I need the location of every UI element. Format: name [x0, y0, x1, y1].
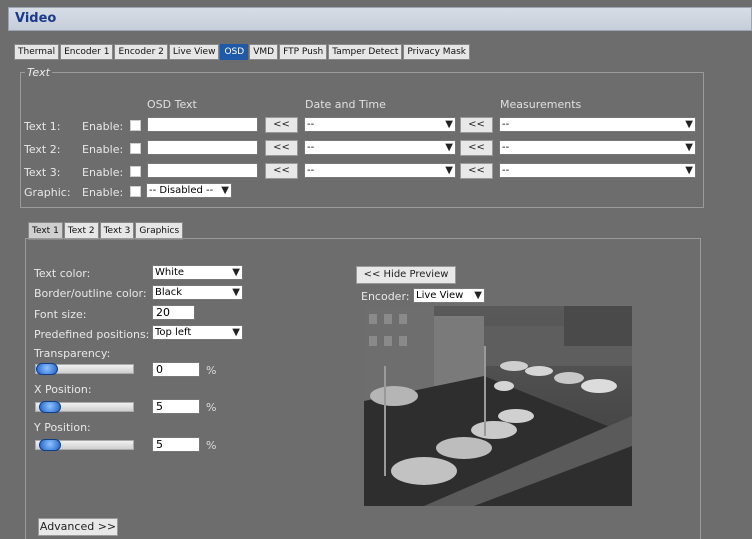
- x-position-input[interactable]: 5: [152, 399, 200, 414]
- encoder-select[interactable]: Live View ▼: [413, 288, 485, 303]
- graphic-enable-checkbox[interactable]: [130, 186, 141, 197]
- graphic-label: Graphic:: [24, 186, 71, 199]
- measurements-header: Measurements: [500, 98, 582, 111]
- text-2-insert-measure-button[interactable]: <<: [460, 140, 493, 156]
- slider-handle[interactable]: [36, 363, 58, 375]
- text-color-label: Text color:: [34, 267, 91, 280]
- text-2-measurement-select[interactable]: -- ▼: [499, 140, 696, 155]
- chevron-down-icon: ▼: [685, 165, 693, 176]
- text-3-insert-date-button[interactable]: <<: [265, 163, 298, 179]
- y-position-slider[interactable]: [35, 439, 134, 451]
- encoder-label: Encoder:: [361, 290, 410, 303]
- text-3-insert-measure-button[interactable]: <<: [460, 163, 493, 179]
- text-1-measurement-select[interactable]: -- ▼: [499, 117, 696, 132]
- chevron-down-icon: ▼: [685, 119, 693, 130]
- window-title: Video: [15, 11, 57, 26]
- y-position-label: Y Position:: [34, 421, 91, 434]
- predefined-positions-label: Predefined positions:: [34, 328, 150, 341]
- tab-osd[interactable]: OSD: [220, 44, 249, 60]
- percent-unit: %: [206, 439, 217, 452]
- text-3-osd-input[interactable]: [147, 163, 258, 178]
- hide-preview-button[interactable]: << Hide Preview: [356, 266, 456, 284]
- y-position-input[interactable]: 5: [152, 437, 200, 452]
- text-2-osd-input[interactable]: [147, 140, 258, 155]
- chevron-down-icon: ▼: [445, 142, 453, 153]
- advanced-button[interactable]: Advanced >>: [38, 518, 118, 536]
- chevron-down-icon: ▼: [685, 142, 693, 153]
- chevron-down-icon: ▼: [232, 267, 240, 278]
- window-title-bar: Video: [8, 7, 752, 31]
- font-size-label: Font size:: [34, 308, 87, 321]
- percent-unit: %: [206, 364, 217, 377]
- transparency-slider[interactable]: [35, 363, 134, 375]
- chevron-down-icon: ▼: [232, 287, 240, 298]
- tab-encoder-1[interactable]: Encoder 1: [60, 44, 114, 60]
- font-size-input[interactable]: 20: [152, 305, 195, 320]
- graphic-select[interactable]: -- Disabled -- ▼: [146, 183, 232, 198]
- text-2-enable-checkbox[interactable]: [130, 143, 141, 154]
- chevron-down-icon: ▼: [474, 290, 482, 301]
- predefined-positions-select[interactable]: Top left ▼: [152, 325, 243, 340]
- tab-vmd[interactable]: VMD: [249, 44, 279, 60]
- text-3-enable-checkbox[interactable]: [130, 166, 141, 177]
- text-2-label: Text 2:: [24, 143, 61, 156]
- tab-tamper-detect[interactable]: Tamper Detect: [328, 44, 403, 60]
- chevron-down-icon: ▼: [221, 185, 229, 196]
- osd-text-header: OSD Text: [147, 98, 197, 111]
- slider-handle[interactable]: [39, 439, 61, 451]
- text-legend: Text: [27, 66, 50, 79]
- text-1-insert-measure-button[interactable]: <<: [460, 117, 493, 133]
- tab-encoder-2[interactable]: Encoder 2: [114, 44, 168, 60]
- tab-ftp-push[interactable]: FTP Push: [279, 44, 328, 60]
- transparency-label: Transparency:: [34, 347, 111, 360]
- text-1-enable-checkbox[interactable]: [130, 120, 141, 131]
- enable-label: Enable:: [82, 166, 124, 179]
- text-color-select[interactable]: White ▼: [152, 265, 243, 280]
- enable-label: Enable:: [82, 120, 124, 133]
- main-tabs: Thermal Encoder 1 Encoder 2 Live View OS…: [14, 44, 470, 60]
- tab-privacy-mask[interactable]: Privacy Mask: [403, 44, 470, 60]
- percent-unit: %: [206, 401, 217, 414]
- text-1-insert-date-button[interactable]: <<: [265, 117, 298, 133]
- text-3-measurement-select[interactable]: -- ▼: [499, 163, 696, 178]
- text-2-insert-date-button[interactable]: <<: [265, 140, 298, 156]
- enable-label: Enable:: [82, 143, 124, 156]
- x-position-label: X Position:: [34, 383, 92, 396]
- transparency-input[interactable]: 0: [152, 362, 200, 377]
- date-time-header: Date and Time: [305, 98, 386, 111]
- text-1-osd-input[interactable]: [147, 117, 258, 132]
- enable-label: Enable:: [82, 186, 124, 199]
- chevron-down-icon: ▼: [445, 119, 453, 130]
- thermal-preview-image: [364, 306, 632, 506]
- thermal-scene: [364, 306, 632, 506]
- tab-live-view[interactable]: Live View: [168, 44, 220, 60]
- border-color-select[interactable]: Black ▼: [152, 285, 243, 300]
- tab-thermal[interactable]: Thermal: [14, 44, 60, 60]
- chevron-down-icon: ▼: [232, 327, 240, 338]
- text-3-label: Text 3:: [24, 166, 61, 179]
- x-position-slider[interactable]: [35, 401, 134, 413]
- chevron-down-icon: ▼: [445, 165, 453, 176]
- text-1-date-select[interactable]: -- ▼: [304, 117, 456, 132]
- slider-handle[interactable]: [39, 401, 61, 413]
- text-1-label: Text 1:: [24, 120, 61, 133]
- text-3-date-select[interactable]: -- ▼: [304, 163, 456, 178]
- text-2-date-select[interactable]: -- ▼: [304, 140, 456, 155]
- border-color-label: Border/outline color:: [34, 287, 147, 300]
